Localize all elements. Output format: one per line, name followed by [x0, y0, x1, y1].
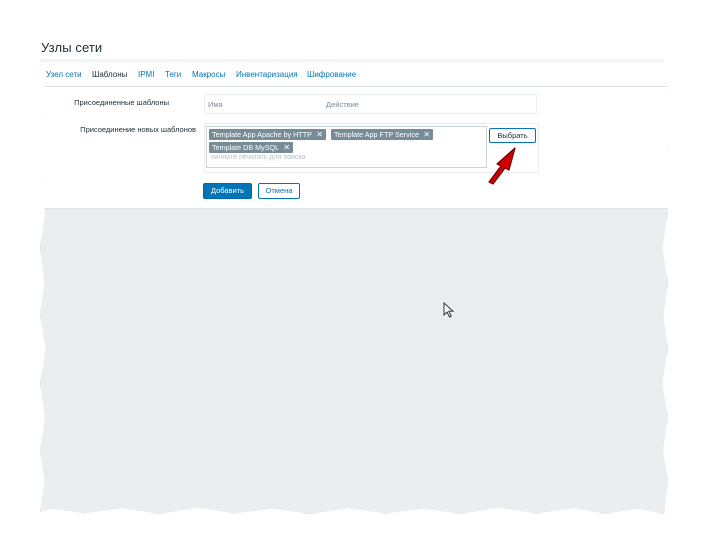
- page-title: Узлы сети: [41, 40, 103, 55]
- red-arrow-icon: [488, 147, 516, 185]
- close-icon[interactable]: ✕: [283, 142, 290, 153]
- linked-templates-table: Имя Действие: [204, 94, 537, 114]
- cancel-button[interactable]: Отмена: [258, 183, 300, 199]
- template-multiselect[interactable]: Template App Apache by HTTP ✕ Template A…: [206, 126, 487, 168]
- tab-macros[interactable]: Макросы: [192, 70, 225, 79]
- tab-tags[interactable]: Теги: [165, 70, 181, 79]
- add-button[interactable]: Добавить: [203, 183, 252, 199]
- tab-host[interactable]: Узел сети: [46, 70, 82, 79]
- tab-templates[interactable]: Шаблоны: [92, 70, 127, 79]
- content-panel: Узлы сети Узел сети Шаблоны IPMI Теги Ма…: [40, 30, 668, 209]
- template-chip: Template DB MySQL ✕: [209, 142, 294, 153]
- close-icon[interactable]: ✕: [423, 129, 430, 140]
- linked-templates-label: Присоединенные шаблоны: [74, 98, 169, 107]
- tab-ipmi[interactable]: IPMI: [138, 70, 154, 79]
- tab-encryption[interactable]: Шифрование: [307, 70, 356, 79]
- template-chip-label: Template App Apache by HTTP: [212, 130, 312, 139]
- template-chip-label: Template DB MySQL: [212, 143, 280, 152]
- link-new-templates-label: Присоединение новых шаблонов: [80, 125, 196, 134]
- select-button[interactable]: Выбрать: [489, 128, 536, 143]
- column-header-name: Имя: [208, 100, 223, 109]
- search-placeholder[interactable]: начните печатать для поиска: [211, 154, 306, 161]
- template-chip: Template App Apache by HTTP ✕: [209, 129, 326, 140]
- close-icon[interactable]: ✕: [316, 129, 323, 140]
- screenshot-frame: Узлы сети Узел сети Шаблоны IPMI Теги Ма…: [40, 30, 668, 514]
- template-chip: Template App FTP Service ✕: [331, 129, 433, 140]
- mouse-cursor-icon: [443, 302, 455, 318]
- column-header-action: Действие: [326, 100, 359, 109]
- tab-bar: Узел сети Шаблоны IPMI Теги Макросы Инве…: [40, 59, 668, 87]
- tab-inventory[interactable]: Инвентаризация: [236, 70, 298, 79]
- template-chip-label: Template App FTP Service: [334, 130, 419, 139]
